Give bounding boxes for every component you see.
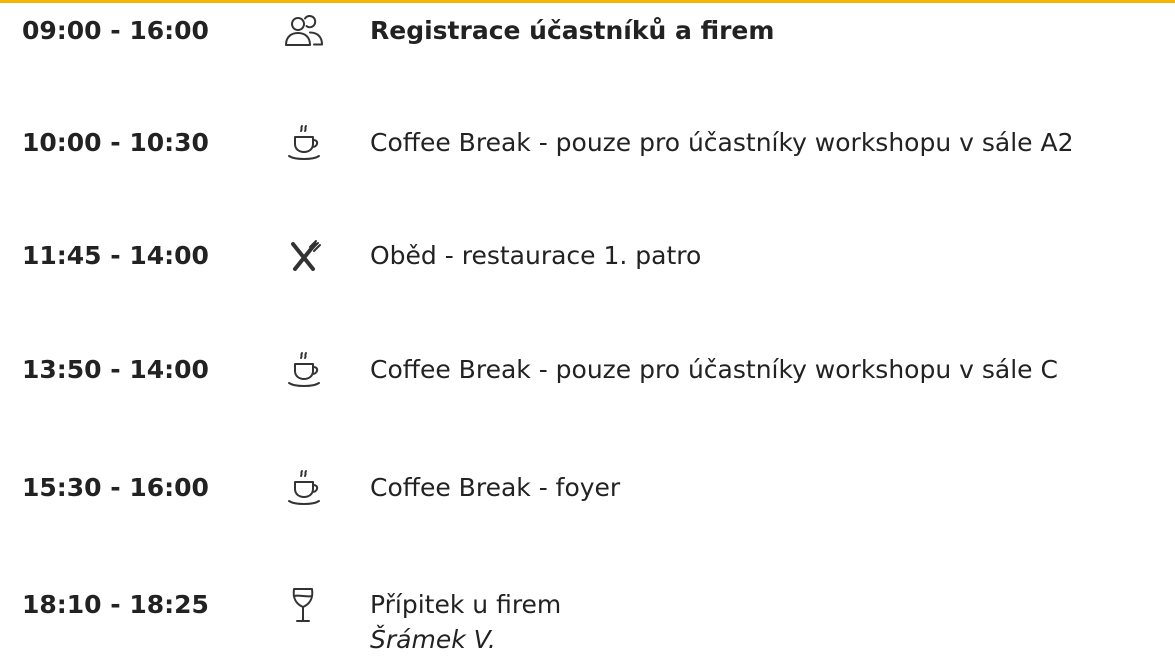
agenda-title: Oběd - restaurace 1. patro [370, 241, 702, 270]
coffee-cup-icon [283, 124, 325, 162]
agenda-title: Coffee Break - pouze pro účastníky works… [370, 128, 1074, 157]
coffee-cup-icon [283, 351, 325, 389]
agenda-time: 10:00 - 10:30 [22, 128, 209, 157]
agenda-title: Registrace účastníků a firem [370, 16, 775, 45]
wine-glass-icon [283, 586, 325, 624]
agenda-item: 13:50 - 14:00 Coffee Break - pouze pro ú… [0, 345, 1175, 395]
agenda-time: 18:10 - 18:25 [22, 590, 209, 619]
agenda-list: 09:00 - 16:00 Registrace účastníků a fir… [0, 0, 1175, 671]
agenda-time: 11:45 - 14:00 [22, 241, 209, 270]
people-icon [283, 12, 325, 50]
agenda-time: 15:30 - 16:00 [22, 473, 209, 502]
agenda-speaker: Šrámek V. [370, 625, 496, 654]
agenda-title: Coffee Break - pouze pro účastníky works… [370, 355, 1058, 384]
agenda-item: 09:00 - 16:00 Registrace účastníků a fir… [0, 6, 1175, 56]
agenda-title: Coffee Break - foyer [370, 473, 621, 502]
fork-knife-icon [283, 237, 325, 275]
agenda-item: 15:30 - 16:00 Coffee Break - foyer [0, 463, 1175, 513]
agenda-item: 18:10 - 18:25 Přípitek u firem Šrámek V. [0, 580, 1175, 670]
agenda-item: 11:45 - 14:00 Oběd - restaurace 1. patro [0, 231, 1175, 281]
agenda-item: 10:00 - 10:30 Coffee Break - pouze pro ú… [0, 118, 1175, 168]
agenda-time: 09:00 - 16:00 [22, 16, 209, 45]
agenda-time: 13:50 - 14:00 [22, 355, 209, 384]
coffee-cup-icon [283, 469, 325, 507]
